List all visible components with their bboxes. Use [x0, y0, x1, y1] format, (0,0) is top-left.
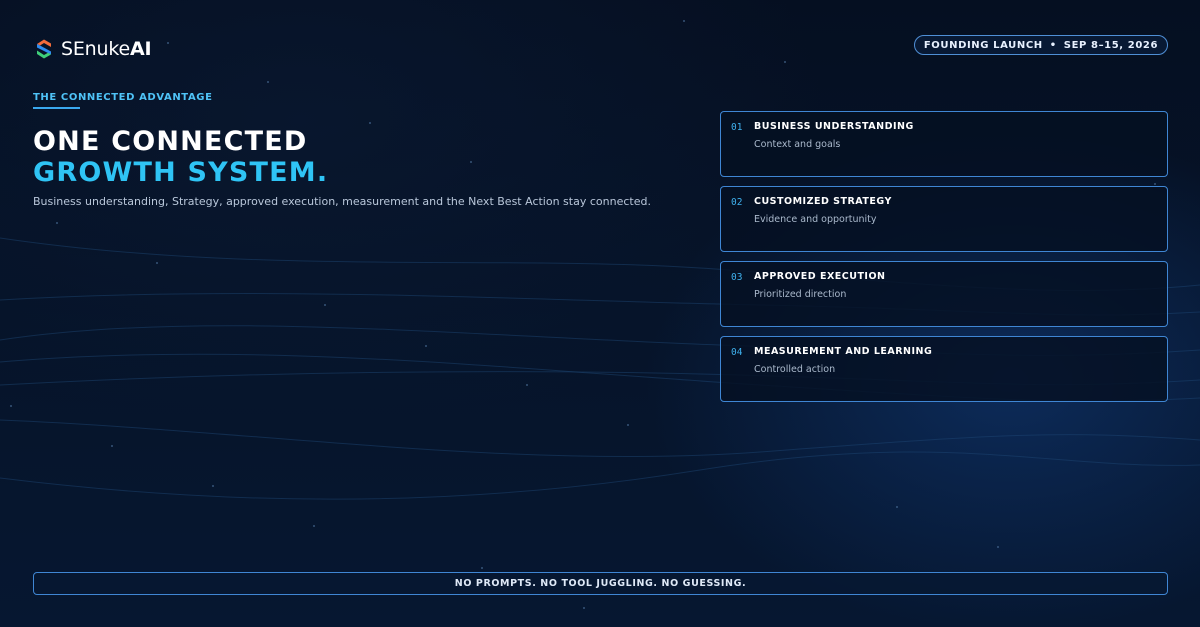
step-title: MEASUREMENT AND LEARNING [754, 346, 933, 357]
section-eyebrow: THE CONNECTED ADVANTAGE [33, 92, 213, 103]
steps-list: 01 BUSINESS UNDERSTANDING Context and go… [720, 111, 1168, 411]
step-title: CUSTOMIZED STRATEGY [754, 196, 892, 207]
step-description: Context and goals [754, 139, 841, 150]
step-number: 03 [731, 272, 743, 283]
headline-line-2: GROWTH SYSTEM. [33, 157, 329, 188]
step-number: 01 [731, 122, 743, 133]
step-title: BUSINESS UNDERSTANDING [754, 121, 914, 132]
step-number: 02 [731, 197, 743, 208]
brand-name: SEnukeAI [61, 38, 152, 60]
footer-banner: NO PROMPTS. NO TOOL JUGGLING. NO GUESSIN… [33, 572, 1168, 595]
launch-dates: SEP 8–15, 2026 [1063, 39, 1158, 51]
headline: ONE CONNECTED GROWTH SYSTEM. [33, 126, 328, 188]
headline-line-1: ONE CONNECTED [33, 126, 308, 157]
founding-launch-badge: FOUNDING LAUNCH • SEP 8–15, 2026 [913, 35, 1168, 55]
step-description: Controlled action [754, 364, 836, 375]
senuke-s-logo-icon [37, 39, 51, 59]
step-card-approved-execution: 03 APPROVED EXECUTION Prioritized direct… [720, 261, 1168, 327]
slide-canvas: SEnukeAI FOUNDING LAUNCH • SEP 8–15, 202… [0, 0, 1200, 627]
step-card-customized-strategy: 02 CUSTOMIZED STRATEGY Evidence and oppo… [720, 186, 1168, 252]
step-description: Evidence and opportunity [754, 214, 877, 225]
step-card-measurement-and-learning: 04 MEASUREMENT AND LEARNING Controlled a… [720, 336, 1168, 402]
step-description: Prioritized direction [754, 289, 847, 300]
eyebrow-underline [33, 107, 80, 109]
brand-logo[interactable]: SEnukeAI [34, 38, 152, 60]
subheadline: Business understanding, Strategy, approv… [33, 195, 651, 208]
step-title: APPROVED EXECUTION [754, 271, 886, 282]
step-card-business-understanding: 01 BUSINESS UNDERSTANDING Context and go… [720, 111, 1168, 177]
launch-separator: • [1049, 39, 1057, 51]
launch-label: FOUNDING LAUNCH [923, 39, 1043, 51]
step-number: 04 [731, 347, 743, 358]
